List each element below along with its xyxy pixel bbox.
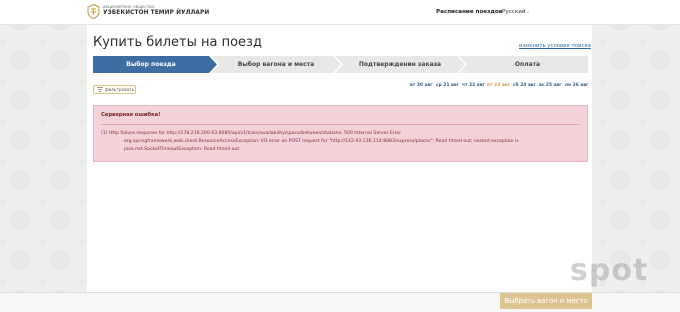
step-choose-train[interactable]: Выбор поезда	[93, 56, 209, 73]
site-header: АКЦИОНЕРНОЕ ОБЩЕСТВО УЗБЕКИСТОН ТЕМИР ЙУ…	[0, 0, 680, 25]
change-search-link[interactable]: изменить условия поиска	[519, 43, 591, 49]
language-label: Русский	[502, 9, 526, 15]
date-link-current[interactable]: пт 23 авг	[487, 83, 510, 88]
logo-title: УЗБЕКИСТОН ТЕМИР ЙУЛЛАРИ	[103, 9, 210, 16]
utj-emblem-icon	[87, 4, 100, 19]
date-link[interactable]: вт 20 авг	[410, 83, 433, 88]
booking-panel: Купить билеты на поезд изменить условия …	[87, 25, 592, 292]
filter-label: фильтровать	[105, 87, 135, 92]
step-confirm-order[interactable]: Подтверждение заказа	[341, 56, 459, 73]
chevron-down-icon: ⌄	[526, 9, 530, 14]
language-selector[interactable]: Русский⌄	[502, 9, 530, 15]
nav-schedule-link[interactable]: Расписание поездов	[436, 9, 502, 15]
page-title: Купить билеты на поезд	[93, 35, 262, 50]
choose-carriage-button[interactable]: Выбрать вагон и место	[500, 293, 592, 309]
error-message-line: (1) Http failure response for http://178…	[101, 131, 402, 136]
step-choose-carriage[interactable]: Выбор вагона и места	[217, 56, 335, 73]
date-link[interactable]: сб 24 авг	[513, 83, 536, 88]
filter-icon	[97, 87, 103, 92]
server-error-alert: Серверная ошибка! (1) Http failure respo…	[93, 105, 588, 162]
date-selector: вт 20 авг ср 21 авг чт 22 авг пт 23 авг …	[408, 83, 588, 91]
step-payment[interactable]: Оплата	[467, 56, 588, 73]
watermark: spot	[570, 253, 649, 288]
error-message-line: java.net.SocketTimeoutException: Read ti…	[124, 147, 240, 152]
error-title: Серверная ошибка!	[101, 112, 161, 118]
error-divider	[101, 124, 580, 125]
booking-steps: Выбор поезда Выбор вагона и места Подтве…	[93, 56, 588, 73]
error-message-line: org.springframework.web.client.ResourceA…	[124, 139, 519, 144]
site-logo[interactable]: АКЦИОНЕРНОЕ ОБЩЕСТВО УЗБЕКИСТОН ТЕМИР ЙУ…	[87, 4, 209, 19]
filter-button[interactable]: фильтровать	[93, 85, 136, 94]
date-link[interactable]: пн 26 авг	[565, 83, 588, 88]
date-link[interactable]: вс 25 авг	[539, 83, 562, 88]
date-link[interactable]: ср 21 авг	[436, 83, 459, 88]
date-link[interactable]: чт 22 авг	[462, 83, 485, 88]
